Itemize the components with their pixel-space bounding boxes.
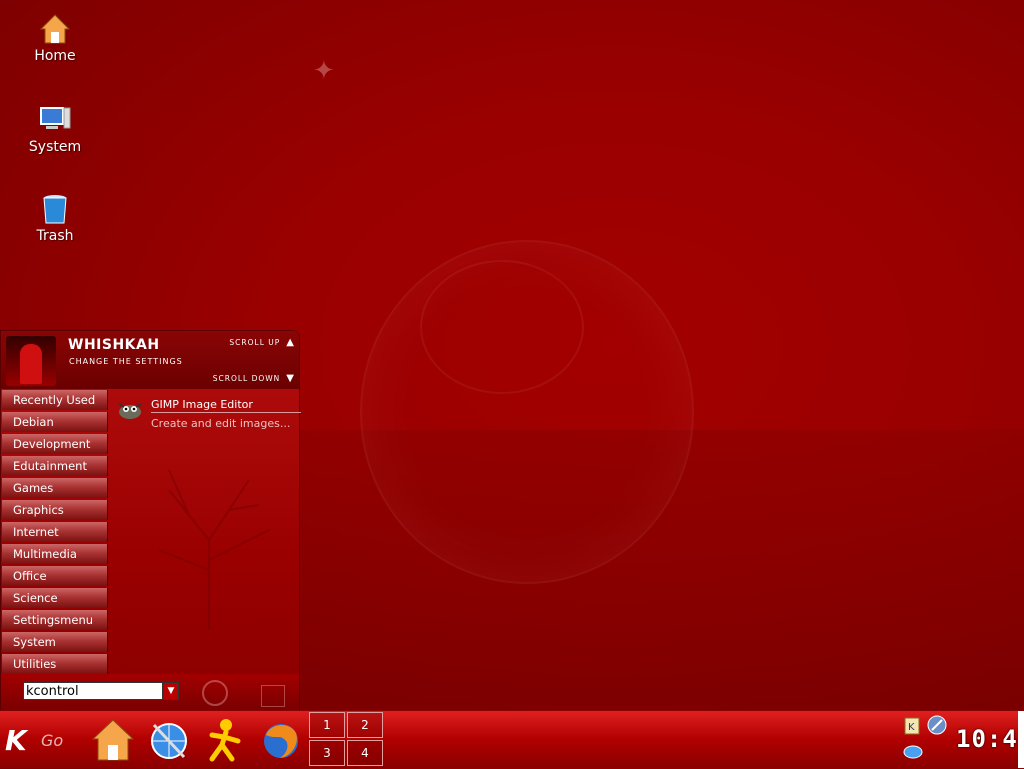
k-menu-button-label: Go bbox=[41, 731, 64, 750]
k-menu-header: WHISHKAH CHANGE THE SETTINGS SCROLL UP ▲ … bbox=[1, 331, 299, 389]
computer-icon bbox=[38, 103, 72, 137]
user-name: WHISHKAH bbox=[68, 337, 160, 353]
desktop-icon-label: System bbox=[28, 139, 82, 155]
scroll-down-label: SCROLL DOWN bbox=[212, 374, 281, 383]
arrow-down-icon: ▼ bbox=[286, 373, 295, 384]
scroll-up-label: SCROLL UP bbox=[229, 338, 281, 347]
scroll-down-button[interactable]: SCROLL DOWN ▼ bbox=[213, 373, 295, 384]
avatar[interactable] bbox=[6, 336, 56, 386]
gimp-icon bbox=[115, 398, 145, 422]
category-list: Recently Used Debian Development Edutain… bbox=[2, 390, 108, 676]
aim-launcher[interactable] bbox=[200, 715, 250, 765]
klipper-tray-icon[interactable]: K bbox=[903, 715, 921, 739]
pager-desktop-4[interactable]: 4 bbox=[347, 740, 383, 766]
aim-running-man-icon bbox=[209, 719, 241, 762]
category-science[interactable]: Science bbox=[2, 588, 108, 608]
taskbar: K Go 1 2 3 4 K 10:47 bbox=[0, 711, 1024, 768]
kde-logo-icon: K bbox=[5, 724, 27, 757]
square-button[interactable] bbox=[261, 685, 285, 707]
category-development[interactable]: Development bbox=[2, 434, 108, 454]
branches-decoration bbox=[158, 469, 270, 630]
category-utilities[interactable]: Utilities bbox=[2, 654, 108, 674]
trash-icon bbox=[38, 192, 72, 226]
desktop-icon-trash[interactable]: Trash bbox=[15, 192, 95, 244]
arrow-up-icon: ▲ bbox=[286, 337, 295, 348]
panel-edge bbox=[1018, 711, 1024, 768]
pager-desktop-2[interactable]: 2 bbox=[347, 712, 383, 738]
category-edutainment[interactable]: Edutainment bbox=[2, 456, 108, 476]
result-description: Create and edit images... bbox=[151, 417, 291, 430]
search-input[interactable] bbox=[23, 682, 163, 700]
sparkle-icon: ✦ bbox=[313, 56, 335, 86]
category-games[interactable]: Games bbox=[2, 478, 108, 498]
desktop-pager: 1 2 3 4 bbox=[309, 712, 385, 767]
network-tray-icon[interactable] bbox=[927, 715, 947, 739]
pager-desktop-3[interactable]: 3 bbox=[309, 740, 345, 766]
globe-icon bbox=[151, 723, 187, 759]
category-multimedia[interactable]: Multimedia bbox=[2, 544, 108, 564]
result-name: GIMP Image Editor bbox=[151, 398, 301, 413]
desktop-icon-system[interactable]: System bbox=[15, 103, 95, 155]
category-internet[interactable]: Internet bbox=[2, 522, 108, 542]
change-settings-link[interactable]: CHANGE THE SETTINGS bbox=[69, 357, 183, 366]
konqueror-launcher[interactable] bbox=[144, 715, 194, 765]
category-recently-used[interactable]: Recently Used bbox=[2, 390, 108, 410]
home-launcher[interactable] bbox=[88, 715, 138, 765]
desktop-icon-home[interactable]: Home bbox=[15, 12, 95, 64]
category-debian[interactable]: Debian bbox=[2, 412, 108, 432]
pager-desktop-1[interactable]: 1 bbox=[309, 712, 345, 738]
scroll-up-button[interactable]: SCROLL UP ▲ bbox=[229, 337, 295, 348]
search-history-dropdown[interactable]: ▼ bbox=[163, 682, 179, 700]
svg-text:K: K bbox=[908, 722, 915, 733]
result-gimp[interactable]: GIMP Image Editor Create and edit images… bbox=[113, 398, 301, 438]
wallpaper-swirl-inner bbox=[420, 260, 584, 394]
desktop-icon-label: Home bbox=[34, 48, 76, 64]
firefox-icon bbox=[264, 724, 298, 758]
k-menu: WHISHKAH CHANGE THE SETTINGS SCROLL UP ▲ … bbox=[0, 330, 301, 710]
k-menu-footer: ▼ bbox=[1, 674, 299, 710]
category-graphics[interactable]: Graphics bbox=[2, 500, 108, 520]
clock[interactable]: 10:47 bbox=[956, 725, 1024, 753]
category-settingsmenu[interactable]: Settingsmenu bbox=[2, 610, 108, 630]
circle-button[interactable] bbox=[202, 680, 228, 706]
firefox-launcher[interactable] bbox=[256, 715, 306, 765]
category-office[interactable]: Office bbox=[2, 566, 108, 586]
update-tray-icon[interactable] bbox=[903, 743, 923, 765]
k-menu-button[interactable]: K Go bbox=[0, 711, 70, 768]
category-system[interactable]: System bbox=[2, 632, 108, 652]
home-icon bbox=[91, 719, 135, 761]
home-icon bbox=[38, 12, 72, 46]
results-panel: GIMP Image Editor Create and edit images… bbox=[109, 390, 301, 675]
desktop-icon-label: Trash bbox=[36, 228, 74, 244]
